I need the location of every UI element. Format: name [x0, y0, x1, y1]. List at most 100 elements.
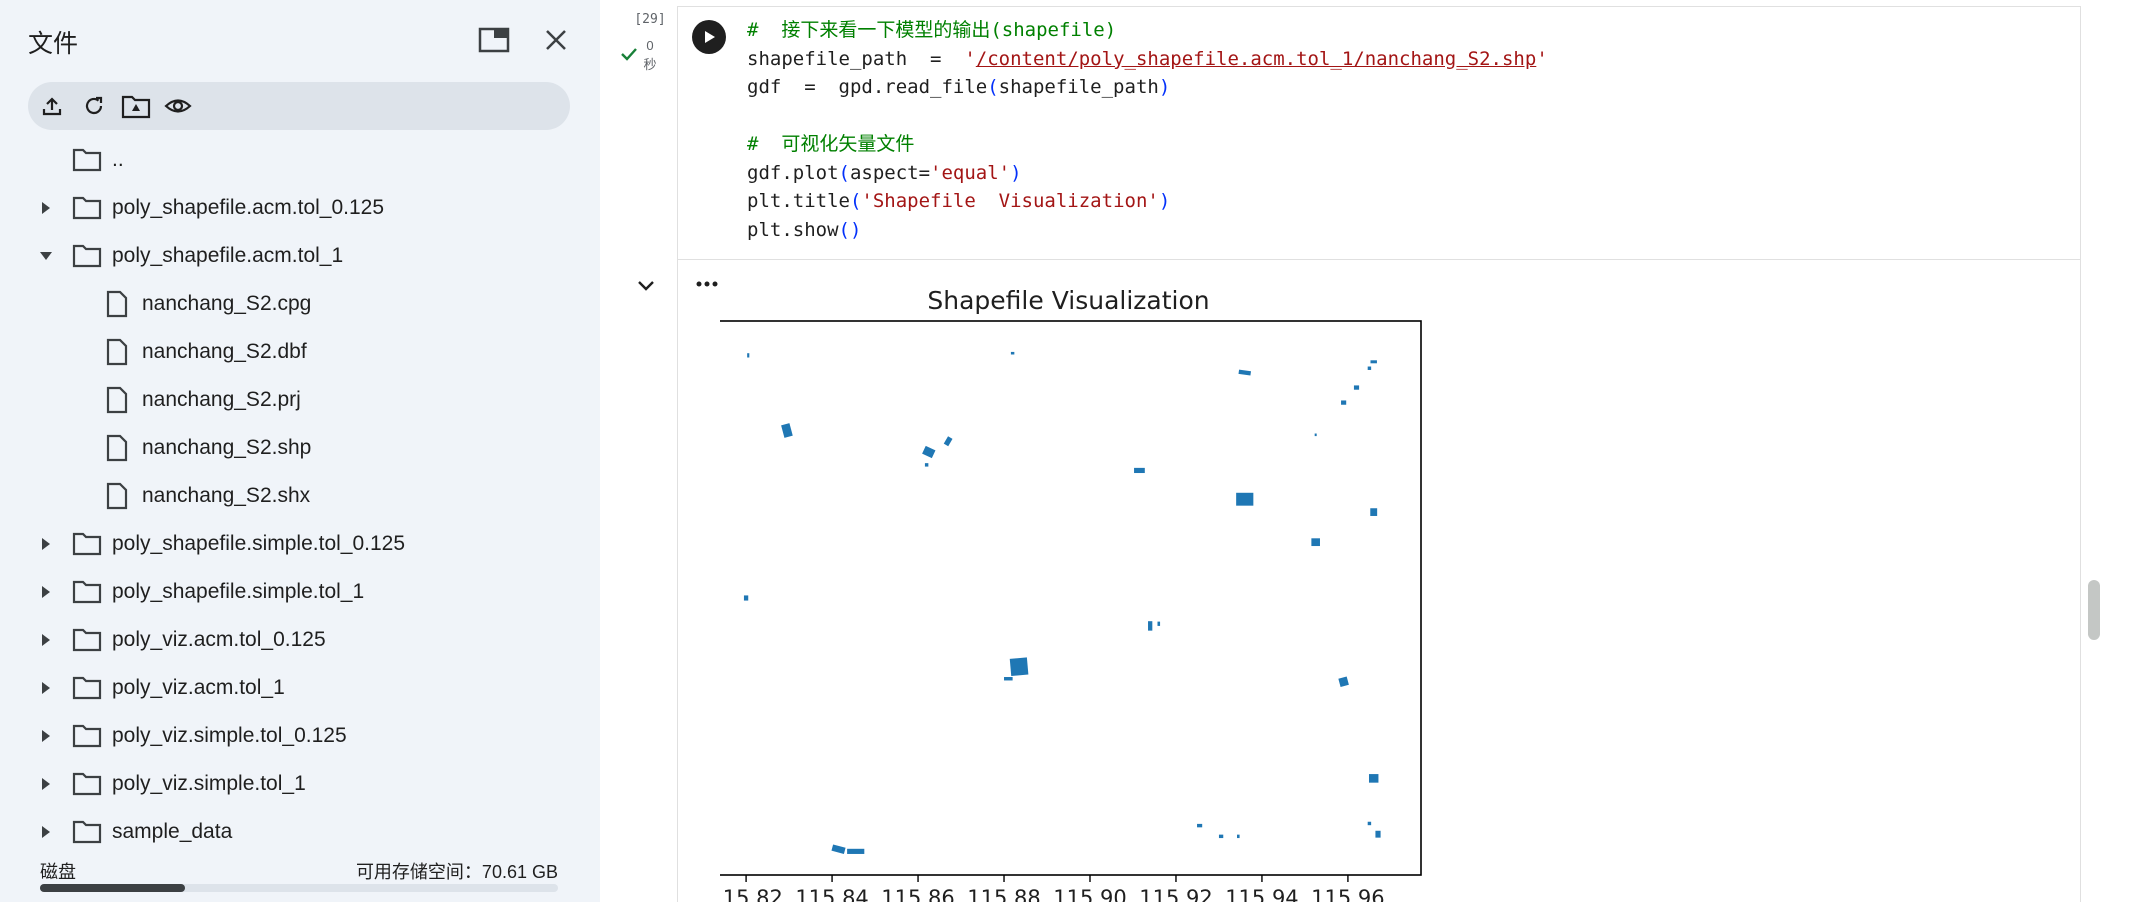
upload-button[interactable]: [36, 90, 68, 122]
code-path-string[interactable]: /content/poly_shapefile.acm.tol_1/nancha…: [976, 48, 1537, 70]
tree-item-file[interactable]: nanchang_S2.shx: [0, 472, 600, 520]
tree-item-file[interactable]: nanchang_S2.dbf: [0, 328, 600, 376]
check-icon: [621, 48, 637, 61]
execution-time-value: 0: [646, 38, 654, 53]
tree-item-label: poly_viz.acm.tol_1: [112, 676, 285, 699]
code-text: plt.title: [747, 190, 850, 212]
output-divider: [678, 259, 2080, 260]
tree-item-folder[interactable]: poly_viz.acm.tol_0.125: [0, 616, 600, 664]
caret-right-icon[interactable]: [36, 534, 56, 554]
show-hidden-files-button[interactable]: [162, 90, 194, 122]
file-tree: .. poly_shapefile.acm.tol_0.125 poly_shap…: [0, 136, 600, 856]
code-string: 'equal': [930, 161, 1011, 184]
disk-usage-fill: [40, 884, 186, 892]
tree-item-label: nanchang_S2.shx: [142, 484, 311, 507]
tree-item-folder[interactable]: poly_shapefile.simple.tol_1: [0, 568, 600, 616]
caret-right-icon[interactable]: [36, 774, 56, 794]
close-panel-button[interactable]: [536, 20, 576, 60]
polygon-mark: [1148, 621, 1153, 631]
code-string: 'Shapefile Visualization': [861, 190, 1159, 212]
tree-item-folder[interactable]: poly_shapefile.acm.tol_1: [0, 232, 600, 280]
code-paren: ): [1158, 76, 1171, 98]
mount-drive-button[interactable]: [120, 90, 152, 122]
code-text: gdf = gpd.read_file: [747, 76, 988, 98]
tree-item-folder[interactable]: poly_viz.simple.tol_0.125: [0, 712, 600, 760]
caret-right-icon[interactable]: [36, 822, 56, 842]
tree-item-label: poly_shapefile.simple.tol_0.125: [112, 532, 406, 555]
tree-item-folder[interactable]: poly_viz.acm.tol_1: [0, 664, 600, 712]
code-text: shapefile_path: [998, 76, 1159, 98]
polygon-mark: [1341, 400, 1347, 405]
tree-item-parent[interactable]: ..: [0, 136, 600, 184]
folder-icon: [72, 580, 102, 604]
tree-item-label: poly_viz.simple.tol_0.125: [112, 724, 347, 747]
x-tick-label: 115.82: [720, 886, 783, 902]
chart-title: Shapefile Visualization: [927, 286, 1209, 315]
tree-item-file[interactable]: nanchang_S2.cpg: [0, 280, 600, 328]
tree-item-label: poly_viz.acm.tol_0.125: [112, 628, 326, 651]
window-icon: [478, 27, 510, 53]
polygon-mark: [1338, 676, 1349, 688]
x-tick-label: 115.88: [967, 886, 1040, 902]
code-string-quote: ': [1536, 47, 1548, 70]
caret-right-icon[interactable]: [36, 678, 56, 698]
tree-item-file[interactable]: nanchang_S2.shp: [0, 424, 600, 472]
code-editor[interactable]: # 接下来看一下模型的输出(shapefile) shapefile_path …: [747, 16, 1548, 244]
tree-item-folder[interactable]: poly_shapefile.acm.tol_0.125: [0, 184, 600, 232]
output-actions-button[interactable]: [694, 272, 720, 296]
plot-frame: [715, 320, 1422, 876]
code-text: shapefile_path =: [747, 47, 965, 70]
tree-item-folder[interactable]: poly_shapefile.simple.tol_0.125: [0, 520, 600, 568]
run-cell-button[interactable]: [692, 20, 726, 54]
x-tick-label: 115.90: [1053, 886, 1126, 902]
refresh-icon: [85, 96, 103, 115]
folder-icon: [72, 196, 102, 220]
execution-time: 0 秒: [642, 36, 658, 74]
tree-item-label: poly_shapefile.acm.tol_0.125: [112, 196, 385, 219]
tree-item-label: ..: [112, 148, 124, 171]
caret-right-icon[interactable]: [36, 582, 56, 602]
tree-item-label: nanchang_S2.dbf: [142, 340, 307, 363]
collapse-output-button[interactable]: [634, 274, 658, 298]
tree-item-file[interactable]: nanchang_S2.prj: [0, 376, 600, 424]
caret-right-icon[interactable]: [36, 198, 56, 218]
code-paren: (: [849, 190, 862, 212]
eye-icon: [164, 99, 192, 113]
file-icon: [106, 482, 128, 510]
polygon-mark: [1238, 369, 1252, 376]
upload-icon: [42, 97, 62, 116]
polygon-mark: [831, 844, 846, 855]
polygon-mark: [1367, 366, 1372, 370]
code-paren: (: [838, 161, 850, 184]
folder-icon: [72, 676, 102, 700]
play-icon: [705, 31, 715, 43]
folder-icon: [72, 532, 102, 556]
folder-drive-icon: [121, 95, 151, 119]
folder-icon: [72, 148, 102, 172]
caret-down-icon[interactable]: [36, 246, 56, 266]
notebook-scrollbar-thumb[interactable]: [2088, 580, 2100, 640]
tree-item-folder[interactable]: sample_data: [0, 808, 600, 856]
x-tick-label: 115.92: [1139, 886, 1212, 902]
code-paren: (): [838, 218, 862, 241]
polygon-mark: [1370, 508, 1378, 516]
caret-right-icon[interactable]: [36, 630, 56, 650]
polygon-mark: [924, 463, 929, 467]
file-icon: [106, 434, 128, 462]
caret-right-icon[interactable]: [36, 726, 56, 746]
plot-output: Shapefile Visualization28.7228.7028.6828…: [642, 268, 1520, 907]
disk-free-space: 可用存储空间：70.61 GB: [355, 862, 558, 882]
execution-time-unit: 秒: [643, 57, 657, 72]
polygon-mark: [1157, 621, 1161, 626]
tree-item-folder[interactable]: poly_viz.simple.tol_1: [0, 760, 600, 808]
refresh-button[interactable]: [78, 90, 110, 122]
code-text: plt.show: [747, 218, 839, 241]
polygon-mark: [781, 423, 793, 438]
tree-item-label: poly_shapefile.acm.tol_1: [112, 244, 344, 267]
toggle-panel-layout-button[interactable]: [474, 20, 514, 60]
x-tick-label: 115.86: [881, 886, 954, 902]
polygon-mark: [1134, 467, 1145, 474]
polygon-mark: [1368, 774, 1379, 783]
polygon-mark: [1367, 821, 1372, 826]
folder-icon: [72, 772, 102, 796]
